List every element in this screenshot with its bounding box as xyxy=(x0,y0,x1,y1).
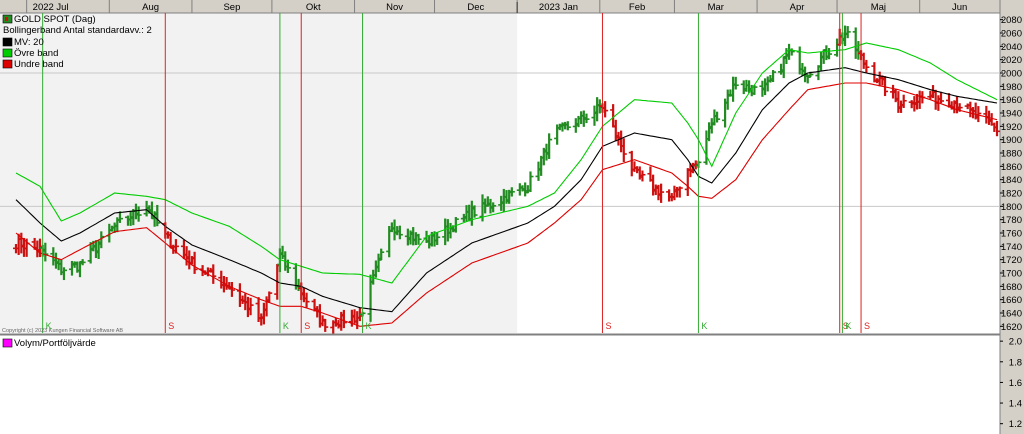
volume-tick-label: 1.6 xyxy=(1009,378,1022,389)
signal-label: S xyxy=(864,321,870,331)
legend-swatch-lower xyxy=(2,59,13,69)
price-tick-label: 1640 xyxy=(1001,309,1022,320)
month-label: Okt xyxy=(306,2,321,13)
signal-label: K xyxy=(701,321,707,331)
price-tick-label: 1720 xyxy=(1001,255,1022,266)
legend-swatch-price-inner xyxy=(5,17,8,21)
signal-label: S xyxy=(605,321,611,331)
signal-label: K xyxy=(845,321,851,331)
price-tick-label: 1980 xyxy=(1001,82,1022,93)
copyright-text: Copyright (c) 2023 Kungen Financial Soft… xyxy=(2,328,123,334)
legend-lower: Undre band xyxy=(14,59,64,70)
price-tick-label: 1620 xyxy=(1001,322,1022,333)
chart-canvas: 2022 Jul Aug Sep Okt Nov Dec 2023 Jan Feb Mar Apr… xyxy=(0,0,1024,434)
price-tick-label: 1660 xyxy=(1001,295,1022,306)
legend-indicator: Bollingerband Antal standardavv.: 2 xyxy=(3,25,152,36)
signal-label: K xyxy=(366,321,372,331)
volume-tick-label: 1.8 xyxy=(1009,357,1022,368)
price-tick-label: 1760 xyxy=(1001,229,1022,240)
price-tick-label: 1780 xyxy=(1001,215,1022,226)
price-tick-label: 1840 xyxy=(1001,175,1022,186)
legend-instrument: GOLD SPOT (Dag) xyxy=(14,14,96,25)
volume-legend-swatch xyxy=(2,338,13,348)
month-label: Dec xyxy=(467,2,484,13)
month-label: Sep xyxy=(223,2,240,13)
month-label: Feb xyxy=(629,2,645,13)
signal-label: K xyxy=(283,321,289,331)
volume-tick-label: 1.4 xyxy=(1009,399,1022,410)
month-label: Jun xyxy=(952,2,967,13)
price-tick-label: 1700 xyxy=(1001,269,1022,280)
volume-legend: Volym/Portföljvärde xyxy=(14,338,96,349)
legend-swatch-upper xyxy=(2,48,13,58)
price-tick-label: 2080 xyxy=(1001,15,1022,26)
volume-tick-label: 2.0 xyxy=(1009,337,1022,348)
month-label: Aug xyxy=(142,2,159,13)
price-tick-label: 1880 xyxy=(1001,149,1022,160)
month-label: 2022 Jul xyxy=(33,2,69,13)
signal-label: S xyxy=(304,321,310,331)
price-tick-label: 2060 xyxy=(1001,29,1022,40)
price-tick-label: 1900 xyxy=(1001,135,1022,146)
price-tick-label: 1960 xyxy=(1001,95,1022,106)
price-tick-label: 1860 xyxy=(1001,162,1022,173)
price-tick-label: 2040 xyxy=(1001,42,1022,53)
month-label: Mar xyxy=(708,2,724,13)
price-tick-label: 1740 xyxy=(1001,242,1022,253)
price-tick-label: 2020 xyxy=(1001,55,1022,66)
price-tick-label: 1820 xyxy=(1001,189,1022,200)
price-tick-label: 2000 xyxy=(1001,69,1022,80)
volume-tick-label: 1.2 xyxy=(1009,419,1022,430)
signal-label: S xyxy=(168,321,174,331)
legend-upper: Övre band xyxy=(14,48,58,59)
price-tick-label: 1680 xyxy=(1001,282,1022,293)
month-label: Maj xyxy=(871,2,886,13)
price-tick-label: 1920 xyxy=(1001,122,1022,133)
legend-ma: MV: 20 xyxy=(14,37,44,48)
price-tick-label: 1800 xyxy=(1001,202,1022,213)
month-label: Nov xyxy=(386,2,403,13)
month-label: Apr xyxy=(790,2,805,13)
price-tick-label: 1940 xyxy=(1001,109,1022,120)
month-label: 2023 Jan xyxy=(539,2,578,13)
legend-swatch-ma xyxy=(2,37,13,47)
